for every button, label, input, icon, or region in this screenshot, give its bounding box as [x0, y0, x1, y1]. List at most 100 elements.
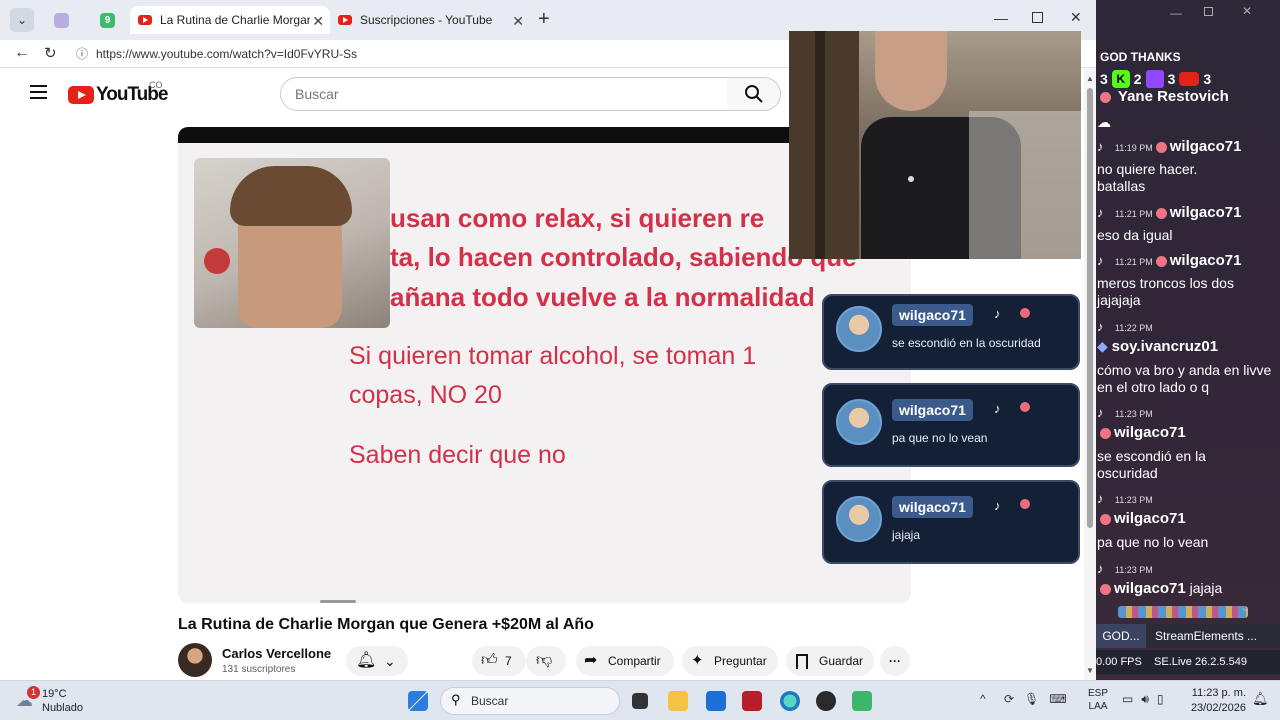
search-input[interactable]: Buscar — [280, 77, 728, 111]
chat-line: ♪ 11:23 PM — [1097, 490, 1153, 506]
scrollbar-thumb[interactable] — [1087, 88, 1093, 528]
panel-close-button[interactable]: ✕ — [1242, 4, 1252, 18]
like-button[interactable]: 👍︎ 7 — [472, 646, 526, 676]
weather-widget[interactable]: ☁ 1 19°C Nublado — [14, 685, 114, 717]
save-label: Guardar — [819, 654, 864, 668]
notifications-icon[interactable]: 🔔︎ — [1252, 691, 1269, 707]
channel-avatar[interactable] — [178, 643, 212, 677]
panel-tab-streamelements[interactable]: StreamElements ... — [1146, 624, 1257, 648]
badge-icon — [1100, 427, 1111, 439]
app-green-icon[interactable] — [852, 691, 872, 711]
taskbar-search[interactable]: ⚲ Buscar — [440, 687, 620, 715]
panel-minimize-button[interactable]: — — [1170, 6, 1182, 20]
chat-text: eso da igual — [1097, 227, 1173, 243]
chat-time: 11:21 PM — [1114, 257, 1153, 267]
reload-icon[interactable]: ↻ — [44, 44, 57, 62]
chat-text: meros troncos los dos jajajaja — [1097, 275, 1234, 308]
sparkle-icon: ✦ — [691, 652, 704, 669]
count-value: 3 — [1203, 71, 1212, 87]
chat-text: pa que no lo vean — [1097, 534, 1209, 550]
chat-message: se escondió en la oscuridad — [892, 336, 1041, 350]
chat-username: Yane Restovich — [1117, 88, 1229, 105]
dislike-button[interactable]: 👎︎ — [526, 646, 566, 676]
url-field[interactable]: ⓘ https://www.youtube.com/watch?v=Id0FvY… — [70, 42, 790, 66]
chat-line: wilgaco71 jajaja — [1097, 580, 1222, 597]
network-volume-battery-icons[interactable]: ▭🔊︎▯ — [1122, 692, 1172, 707]
tab-list-dropdown[interactable]: ⌄ — [10, 8, 34, 32]
save-button[interactable]: Guardar — [786, 646, 874, 676]
slide-line: ta, lo hacen controlado, sabiendo que — [390, 242, 857, 272]
tab-video-label: La Rutina de Charlie Morgan que G — [160, 13, 310, 27]
new-tab-button[interactable]: + — [538, 8, 550, 31]
tiktok-icon: ♪ — [1097, 405, 1104, 420]
tiktok-icon: ♪ — [1097, 561, 1104, 576]
tiktok-icon: ♪ — [1097, 139, 1104, 154]
share-button[interactable]: ➦ Compartir — [576, 646, 674, 676]
close-window-button[interactable]: ✕ — [1070, 9, 1082, 26]
language-indicator[interactable]: ESP LAA — [1088, 687, 1108, 713]
tray-chevron-icon[interactable]: ^ — [980, 692, 986, 706]
obs-icon[interactable] — [816, 691, 836, 711]
site-info-icon[interactable]: ⓘ — [76, 42, 88, 66]
chat-text: se escondió en la oscuridad — [1097, 448, 1206, 481]
more-actions-button[interactable]: ··· — [880, 646, 910, 676]
chat-text: jajaja — [1189, 580, 1223, 596]
search-button[interactable] — [727, 77, 781, 111]
ask-button[interactable]: ✦ Preguntar — [682, 646, 778, 676]
avatar — [836, 306, 882, 352]
chat-username: wilgaco71 — [1114, 510, 1186, 527]
app-red-icon[interactable] — [742, 691, 762, 711]
windows-taskbar: ☁ 1 19°C Nublado ⚲ Buscar ^ ⟳🎙︎⌨ ESP LAA… — [0, 680, 1280, 720]
chat-time: 11:23 PM — [1114, 409, 1153, 419]
start-icon[interactable] — [408, 691, 428, 711]
panel-tab-god[interactable]: GOD... — [1096, 624, 1146, 648]
panel-maximize-button[interactable] — [1204, 7, 1213, 16]
edge-icon[interactable] — [780, 691, 800, 711]
close-tab-icon[interactable]: ✕ — [312, 13, 324, 30]
scrollbar-down-icon[interactable]: ▼ — [1086, 666, 1094, 675]
clock[interactable]: 11:23 p. m. 23/02/2026 — [1190, 686, 1246, 716]
chat-username: wilgaco71 — [1169, 204, 1242, 221]
channel-name[interactable]: Carlos Vercellone — [222, 646, 331, 661]
count-value: 2 — [1133, 71, 1142, 87]
chevron-down-icon: ⌄ — [384, 653, 396, 669]
tab-subscriptions[interactable]: Suscripciones - YouTube ✕ — [330, 6, 530, 34]
search-placeholder: Buscar — [295, 86, 339, 102]
progress-indicator[interactable] — [320, 600, 356, 603]
slide-line: añana todo vuelve a la normalidad — [390, 282, 815, 312]
scrollbar-up-icon[interactable]: ▲ — [1086, 74, 1094, 83]
chat-line: ♪ 11:19 PM wilgaco71 — [1097, 138, 1241, 155]
tab-video[interactable]: La Rutina de Charlie Morgan que G ✕ — [130, 6, 330, 34]
chat-username: wilgaco71 — [1114, 580, 1186, 597]
slide-line: Si quieren tomar alcohol, se toman 1 — [349, 342, 757, 370]
ask-label: Preguntar — [714, 654, 767, 668]
overlay-chat-card: wilgaco71 ♪ jajaja — [822, 480, 1080, 564]
chat-line: ♪ 11:21 PM wilgaco71 — [1097, 204, 1241, 221]
chat-line: wilgaco71 — [1097, 424, 1186, 441]
panel-tabs: GOD... StreamElements ... — [1096, 624, 1280, 648]
scrollbar-track[interactable]: ▲ ▼ — [1084, 68, 1096, 680]
chat-message: jajaja — [892, 528, 921, 542]
notify-button[interactable]: 🔔︎ ⌄ — [346, 646, 408, 676]
minimize-button[interactable]: — — [994, 10, 1008, 26]
webcam-image — [789, 31, 1081, 259]
pinned-tab-icon[interactable] — [54, 13, 69, 28]
back-icon[interactable]: ← — [14, 44, 30, 62]
chat-username: wilgaco71 — [1114, 424, 1186, 441]
menu-icon[interactable] — [30, 85, 47, 99]
browser-window: ⌄ 9 La Rutina de Charlie Morgan que G ✕ … — [0, 0, 1096, 680]
scroll-down-icon[interactable]: ⌄ — [1240, 600, 1250, 614]
twitch-icon — [1145, 70, 1164, 88]
close-tab-icon[interactable]: ✕ — [512, 13, 524, 30]
language-code: ESP — [1088, 688, 1109, 699]
chat-time: 11:19 PM — [1114, 143, 1153, 153]
subscriber-count: 131 suscriptores — [222, 664, 296, 675]
pinned-tab-badge[interactable]: 9 — [100, 13, 115, 28]
task-view-icon[interactable] — [632, 693, 648, 709]
share-label: Compartir — [608, 654, 661, 668]
slide-line: usan como relax, si quieren re — [390, 203, 765, 233]
chat-username: wilgaco71 — [892, 304, 973, 326]
maximize-button[interactable] — [1032, 12, 1043, 23]
store-icon[interactable] — [706, 691, 726, 711]
file-explorer-icon[interactable] — [668, 691, 688, 711]
